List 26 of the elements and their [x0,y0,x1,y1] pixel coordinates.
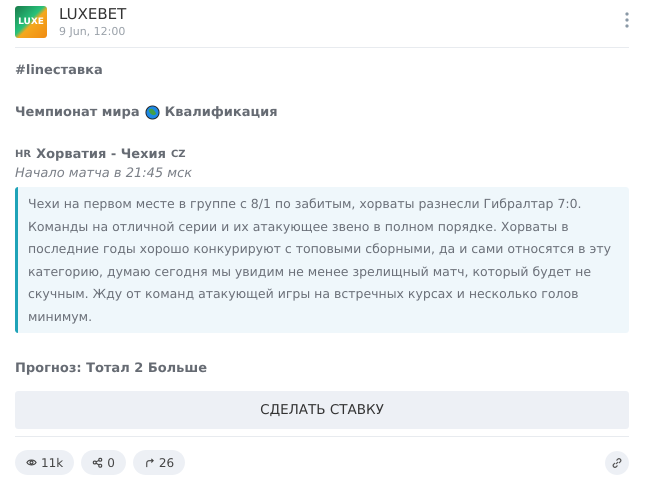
tournament-name: Чемпионат мира [15,105,140,120]
match-title: Хорватия - Чехия [36,147,166,162]
link-icon [611,456,623,468]
place-bet-button[interactable]: СДЕЛАТЬ СТАВКУ [15,391,629,429]
post-date: 9 Jun, 12:00 [59,25,126,38]
tournament-stage: Квалификация [164,105,278,120]
forward-arrow-icon [144,457,155,468]
hashtag: #lineставка [15,63,103,78]
share-icon [92,457,104,468]
stat-count: 0 [107,456,115,470]
stat-count: 26 [158,456,174,470]
author-name: LUXEBET [59,5,126,23]
stat-count: 11k [41,456,64,470]
forecast-text: Прогноз: Тотал 2 Больше [15,361,208,376]
copy-link-button[interactable] [605,450,629,474]
country-code: CZ [170,149,186,160]
stat-pill[interactable]: 0 [81,450,126,475]
globe-icon [144,105,160,120]
brand-logo: LUXE [15,6,47,38]
eye-icon [26,457,37,468]
more-menu-icon[interactable] [625,12,629,28]
match-time: Начало матча в 21:45 мск [15,166,194,181]
stat-pill[interactable]: 26 [132,450,186,475]
stat-pill[interactable]: 11k [15,450,74,475]
country-code: HR [15,149,32,160]
quote-text: Чехи на первом месте в группе с 8/1 по забитым, хорваты разнесли Гибралтар 7:0. Команды на отличной серии и их атакующее звено в полном порядке. Хорваты в последние годы хорошо конкурируют с топовыми сборными, да и сами относятся в эту категорию, думаю сегодня мы увидим не менее зрелищный матч, который будет не скучным. Жду от команд атакующей игры на встречных курсах и несколько голов минимум. [15,187,629,333]
